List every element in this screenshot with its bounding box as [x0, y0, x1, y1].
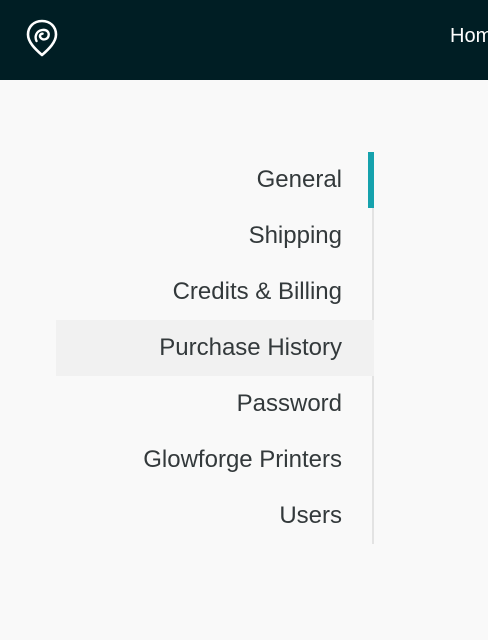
menu-item-users[interactable]: Users — [56, 488, 374, 544]
account-settings-menu: General Shipping Credits & Billing Purch… — [56, 152, 374, 544]
menu-item-label: Password — [236, 390, 342, 417]
menu-item-credits-billing[interactable]: Credits & Billing — [56, 264, 374, 320]
menu-item-glowforge-printers[interactable]: Glowforge Printers — [56, 432, 374, 488]
menu-item-label: Credits & Billing — [172, 278, 342, 305]
menu-item-label: Users — [279, 502, 342, 529]
menu-item-label: Shipping — [248, 222, 342, 249]
menu-item-shipping[interactable]: Shipping — [56, 208, 374, 264]
nav-home-link[interactable]: Home — [450, 24, 488, 48]
top-navigation-bar: Home — [0, 0, 488, 80]
menu-item-general[interactable]: General — [56, 152, 374, 208]
glowforge-logo-icon[interactable] — [24, 18, 60, 58]
menu-item-label: Purchase History — [159, 334, 342, 361]
menu-item-label: General — [256, 166, 342, 193]
menu-item-password[interactable]: Password — [56, 376, 374, 432]
active-indicator — [368, 152, 374, 208]
menu-item-purchase-history[interactable]: Purchase History — [56, 320, 374, 376]
menu-item-label: Glowforge Printers — [143, 446, 342, 473]
